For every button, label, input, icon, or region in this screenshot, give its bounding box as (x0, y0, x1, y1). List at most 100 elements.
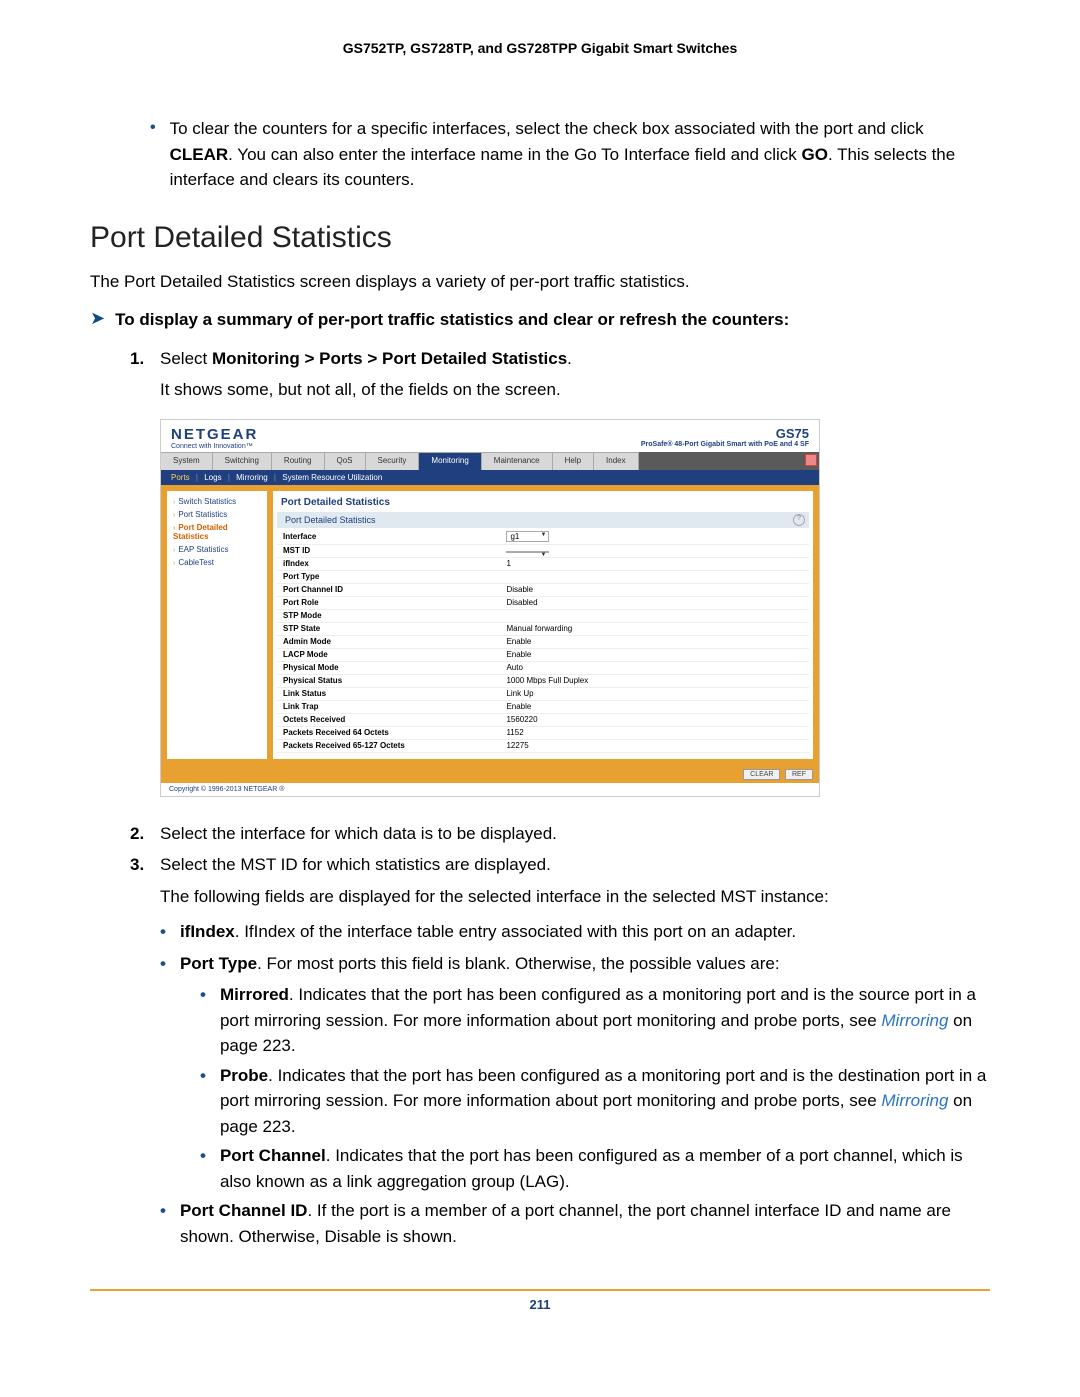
step-1: 1. Select Monitoring > Ports > Port Deta… (130, 346, 990, 372)
tab-system[interactable]: System (161, 452, 213, 470)
text: Select (160, 349, 212, 368)
xref-mirroring[interactable]: Mirroring (881, 1091, 948, 1110)
stat-row: Interface g1 (277, 530, 809, 545)
stat-row: Link StatusLink Up (277, 687, 809, 700)
stat-label: LACP Mode (277, 648, 500, 661)
step-num: 2. (130, 821, 150, 847)
field-portchannelid: • Port Channel ID. If the port is a memb… (160, 1198, 990, 1249)
model-label: GS75 (641, 427, 809, 441)
nav-cabletest[interactable]: CableTest (167, 556, 267, 569)
app-header: NETGEAR Connect with Innovation™ GS75 Pr… (161, 420, 819, 452)
brand-tagline: Connect with Innovation™ (171, 443, 258, 450)
procedure-lead: ➤ To display a summary of per-port traff… (90, 308, 990, 332)
subtab-sysres[interactable]: System Resource Utilization (282, 473, 382, 482)
stat-row: ifIndex1 (277, 557, 809, 570)
tab-routing[interactable]: Routing (272, 452, 325, 470)
text: To clear the counters for a specific int… (170, 119, 924, 138)
stat-label: STP State (277, 622, 500, 635)
stat-value: 1152 (500, 726, 809, 739)
nav-port-stats[interactable]: Port Statistics (167, 508, 267, 521)
logout-icon[interactable] (805, 454, 817, 466)
tab-security[interactable]: Security (366, 452, 420, 470)
xref-mirroring[interactable]: Mirroring (881, 1011, 948, 1030)
clear-button[interactable]: CLEAR (743, 769, 780, 780)
stat-value: Link Up (500, 687, 809, 700)
stat-value (500, 570, 809, 583)
tab-switching[interactable]: Switching (213, 452, 272, 470)
stat-label: Link Status (277, 687, 500, 700)
lead-text: To display a summary of per-port traffic… (115, 308, 789, 332)
copyright-footer: Copyright © 1996-2013 NETGEAR ® (161, 783, 819, 796)
stat-row: Port Channel IDDisable (277, 583, 809, 596)
field-porttype: • Port Type. For most ports this field i… (160, 951, 990, 977)
help-icon[interactable]: ? (793, 514, 805, 526)
stat-label: Packets Received 64 Octets (277, 726, 500, 739)
field-ifindex: • ifIndex. IfIndex of the interface tabl… (160, 919, 990, 945)
arrow-icon: ➤ (90, 308, 105, 332)
tab-index[interactable]: Index (594, 452, 639, 470)
stat-value: 12275 (500, 739, 809, 752)
tab-maintenance[interactable]: Maintenance (482, 452, 553, 470)
stat-value: Manual forwarding (500, 622, 809, 635)
porttype-probe: • Probe. Indicates that the port has bee… (200, 1063, 990, 1140)
stat-value: Enable (500, 700, 809, 713)
stat-row: Port RoleDisabled (277, 596, 809, 609)
step-text: Select the MST ID for which statistics a… (160, 852, 551, 878)
main-panel: Port Detailed Statistics Port Detailed S… (273, 491, 813, 759)
refresh-button[interactable]: REF (785, 769, 813, 780)
step-num: 3. (130, 852, 150, 878)
stat-label: Physical Mode (277, 661, 500, 674)
stat-value: Enable (500, 635, 809, 648)
stat-row: Physical Status1000 Mbps Full Duplex (277, 674, 809, 687)
stat-value: Auto (500, 661, 809, 674)
stat-row: Octets Received1560220 (277, 713, 809, 726)
subtab-ports[interactable]: Ports (171, 473, 190, 482)
inner-section-bar: Port Detailed Statistics ? (277, 512, 809, 528)
stat-label: Interface (277, 530, 500, 545)
stat-row: Physical ModeAuto (277, 661, 809, 674)
stat-row: Packets Received 65-127 Octets12275 (277, 739, 809, 752)
model-desc: ProSafe® 48-Port Gigabit Smart with PoE … (641, 441, 809, 449)
stat-row: MST ID (277, 544, 809, 557)
tab-qos[interactable]: QoS (325, 452, 366, 470)
stat-label: STP Mode (277, 609, 500, 622)
stat-select[interactable] (506, 551, 549, 553)
nav-eap-stats[interactable]: EAP Statistics (167, 543, 267, 556)
stat-row: STP Mode (277, 609, 809, 622)
stat-label: Admin Mode (277, 635, 500, 648)
go-label: GO (802, 145, 828, 164)
nav-switch-stats[interactable]: Switch Statistics (167, 495, 267, 508)
action-bar: CLEAR REF (161, 765, 819, 783)
stat-value: 1560220 (500, 713, 809, 726)
stat-value: 1 (500, 557, 809, 570)
stat-value (500, 544, 809, 557)
tab-help[interactable]: Help (553, 452, 594, 470)
stat-value: Enable (500, 648, 809, 661)
stat-row: Port Type (277, 570, 809, 583)
manual-page: GS752TP, GS728TP, and GS728TPP Gigabit S… (0, 0, 1080, 1352)
stat-label: Octets Received (277, 713, 500, 726)
text: . You can also enter the interface name … (228, 145, 801, 164)
tab-monitoring[interactable]: Monitoring (419, 452, 481, 470)
stat-label: Port Type (277, 570, 500, 583)
top-clear-note: • To clear the counters for a specific i… (150, 116, 990, 193)
porttype-mirrored: • Mirrored. Indicates that the port has … (200, 982, 990, 1059)
doc-header: GS752TP, GS728TP, and GS728TPP Gigabit S… (90, 40, 990, 56)
stat-value: 1000 Mbps Full Duplex (500, 674, 809, 687)
embedded-screenshot: NETGEAR Connect with Innovation™ GS75 Pr… (160, 419, 820, 797)
stat-label: ifIndex (277, 557, 500, 570)
intro-text: The Port Detailed Statistics screen disp… (90, 269, 990, 295)
nav-port-detailed[interactable]: Port Detailed Statistics (167, 521, 267, 543)
porttype-portchannel: • Port Channel. Indicates that the port … (200, 1143, 990, 1194)
sub-nav-tabs: Ports | Logs | Mirroring | System Resour… (161, 470, 819, 485)
stat-row: LACP ModeEnable (277, 648, 809, 661)
subtab-logs[interactable]: Logs (204, 473, 221, 482)
stat-value (500, 609, 809, 622)
subtab-mirroring[interactable]: Mirroring (236, 473, 268, 482)
main-nav-tabs: System Switching Routing QoS Security Mo… (161, 452, 819, 470)
text: . (567, 349, 572, 368)
bullet-dot: • (150, 116, 156, 193)
stats-table: Interface g1 MST IDifIndex1Port TypePort C… (277, 530, 809, 753)
stat-row: Packets Received 64 Octets1152 (277, 726, 809, 739)
stat-select[interactable]: g1 (506, 531, 549, 542)
